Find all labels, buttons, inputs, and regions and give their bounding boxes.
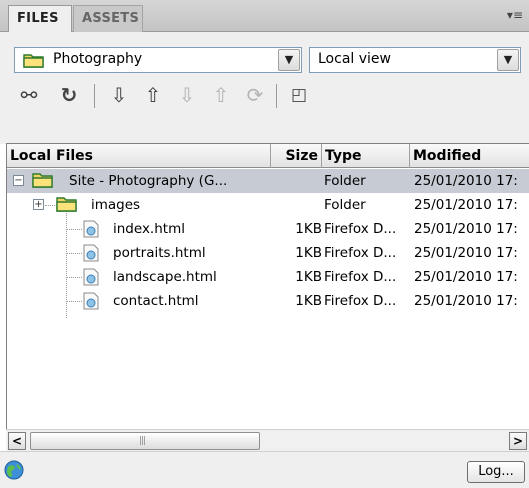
row-modified: 25/01/2010 17: — [414, 197, 518, 213]
collapse-icon[interactable]: − — [13, 175, 24, 186]
file-list[interactable]: Local Files Size Type Modified − Site - … — [6, 143, 529, 429]
site-select-value: Photography — [53, 51, 143, 67]
row-size — [254, 169, 322, 193]
row-type: Firefox D... — [324, 269, 397, 285]
tree-line — [66, 301, 82, 302]
scroll-right-icon[interactable]: > — [509, 432, 527, 450]
toolbar-divider — [94, 84, 95, 108]
panel-tab-bar: FILES ASSETS ▾≡ — [0, 0, 529, 32]
check-out-icon[interactable]: ⇩ — [174, 82, 200, 108]
chevron-down-icon[interactable]: ▼ — [497, 49, 519, 71]
row-name: images — [91, 197, 141, 213]
row-name: Site - Photography (G... — [69, 173, 228, 189]
put-files-icon[interactable]: ⇧ — [140, 82, 166, 108]
tree-line — [66, 277, 82, 278]
table-row[interactable]: contact.html 1KB Firefox D... 25/01/2010… — [7, 289, 529, 313]
html-file-icon — [83, 220, 99, 238]
row-type: Firefox D... — [324, 293, 397, 309]
row-name: portraits.html — [113, 245, 206, 261]
expand-icon[interactable]: + — [33, 199, 44, 210]
row-name: index.html — [113, 221, 185, 237]
check-in-icon[interactable]: ⇧ — [208, 82, 234, 108]
column-header-local-files[interactable]: Local Files — [7, 144, 271, 168]
folder-icon — [56, 197, 77, 212]
table-row[interactable]: portraits.html 1KB Firefox D... 25/01/20… — [7, 241, 529, 265]
status-bar: Log... — [0, 451, 529, 488]
row-type: Firefox D... — [324, 221, 397, 237]
row-name: contact.html — [113, 293, 199, 309]
row-size: 1KB — [295, 245, 322, 261]
column-header-size[interactable]: Size — [271, 144, 322, 168]
tab-assets[interactable]: ASSETS — [73, 5, 143, 32]
row-modified: 25/01/2010 17: — [414, 269, 518, 285]
row-modified: 25/01/2010 17: — [414, 293, 518, 309]
html-file-icon — [83, 268, 99, 286]
globe-icon[interactable] — [4, 460, 24, 480]
tree-line — [66, 253, 82, 254]
column-header-modified[interactable]: Modified — [410, 144, 529, 168]
row-name: landscape.html — [113, 269, 217, 285]
row-size: 1KB — [295, 221, 322, 237]
tab-files[interactable]: FILES — [8, 5, 72, 32]
row-size: 1KB — [295, 293, 322, 309]
table-row[interactable]: index.html 1KB Firefox D... 25/01/2010 1… — [7, 217, 529, 241]
tree-line — [66, 229, 82, 230]
row-size — [254, 193, 322, 217]
refresh-icon[interactable]: ↻ — [56, 82, 82, 108]
chevron-down-icon[interactable]: ▼ — [278, 49, 300, 71]
row-modified: 25/01/2010 17: — [414, 173, 518, 189]
expand-icon[interactable]: ◰ — [286, 82, 312, 108]
get-files-icon[interactable]: ⇩ — [106, 82, 132, 108]
table-row[interactable]: − Site - Photography (G... Folder 25/01/… — [7, 169, 529, 193]
site-select[interactable]: Photography ▼ — [14, 47, 302, 73]
row-type: Folder — [324, 197, 366, 213]
files-toolbar: Photography ▼ Local view ▼ ⚯ ↻ ⇩ ⇧ ⇩ ⇧ ⟳… — [0, 32, 529, 144]
scroll-left-icon[interactable]: < — [8, 432, 26, 450]
html-file-icon — [83, 244, 99, 262]
table-row[interactable]: + images Folder 25/01/2010 17: — [7, 193, 529, 217]
row-modified: 25/01/2010 17: — [414, 245, 518, 261]
table-row[interactable]: landscape.html 1KB Firefox D... 25/01/20… — [7, 265, 529, 289]
tree-line — [45, 205, 55, 206]
synchronize-icon[interactable]: ⟳ — [242, 82, 268, 108]
view-select[interactable]: Local view ▼ — [309, 47, 521, 73]
toolbar-divider — [276, 84, 277, 108]
toolbar-buttons: ⚯ ↻ ⇩ ⇧ ⇩ ⇧ ⟳ ◰ — [14, 82, 414, 108]
row-modified: 25/01/2010 17: — [414, 221, 518, 237]
row-type: Folder — [324, 173, 366, 189]
log-button[interactable]: Log... — [467, 461, 525, 483]
row-size: 1KB — [295, 269, 322, 285]
html-file-icon — [83, 292, 99, 310]
folder-icon — [23, 54, 44, 68]
panel-options-icon[interactable]: ▾≡ — [507, 8, 523, 22]
row-type: Firefox D... — [324, 245, 397, 261]
column-header-type[interactable]: Type — [322, 144, 410, 168]
grip-icon: ||| — [139, 436, 146, 446]
view-select-value: Local view — [318, 51, 391, 67]
horizontal-scrollbar[interactable]: < ||| > — [6, 429, 529, 451]
file-list-header: Local Files Size Type Modified — [7, 144, 529, 168]
scrollbar-thumb[interactable]: ||| — [30, 432, 260, 450]
connect-icon[interactable]: ⚯ — [16, 82, 42, 108]
site-folder-icon — [32, 173, 53, 188]
